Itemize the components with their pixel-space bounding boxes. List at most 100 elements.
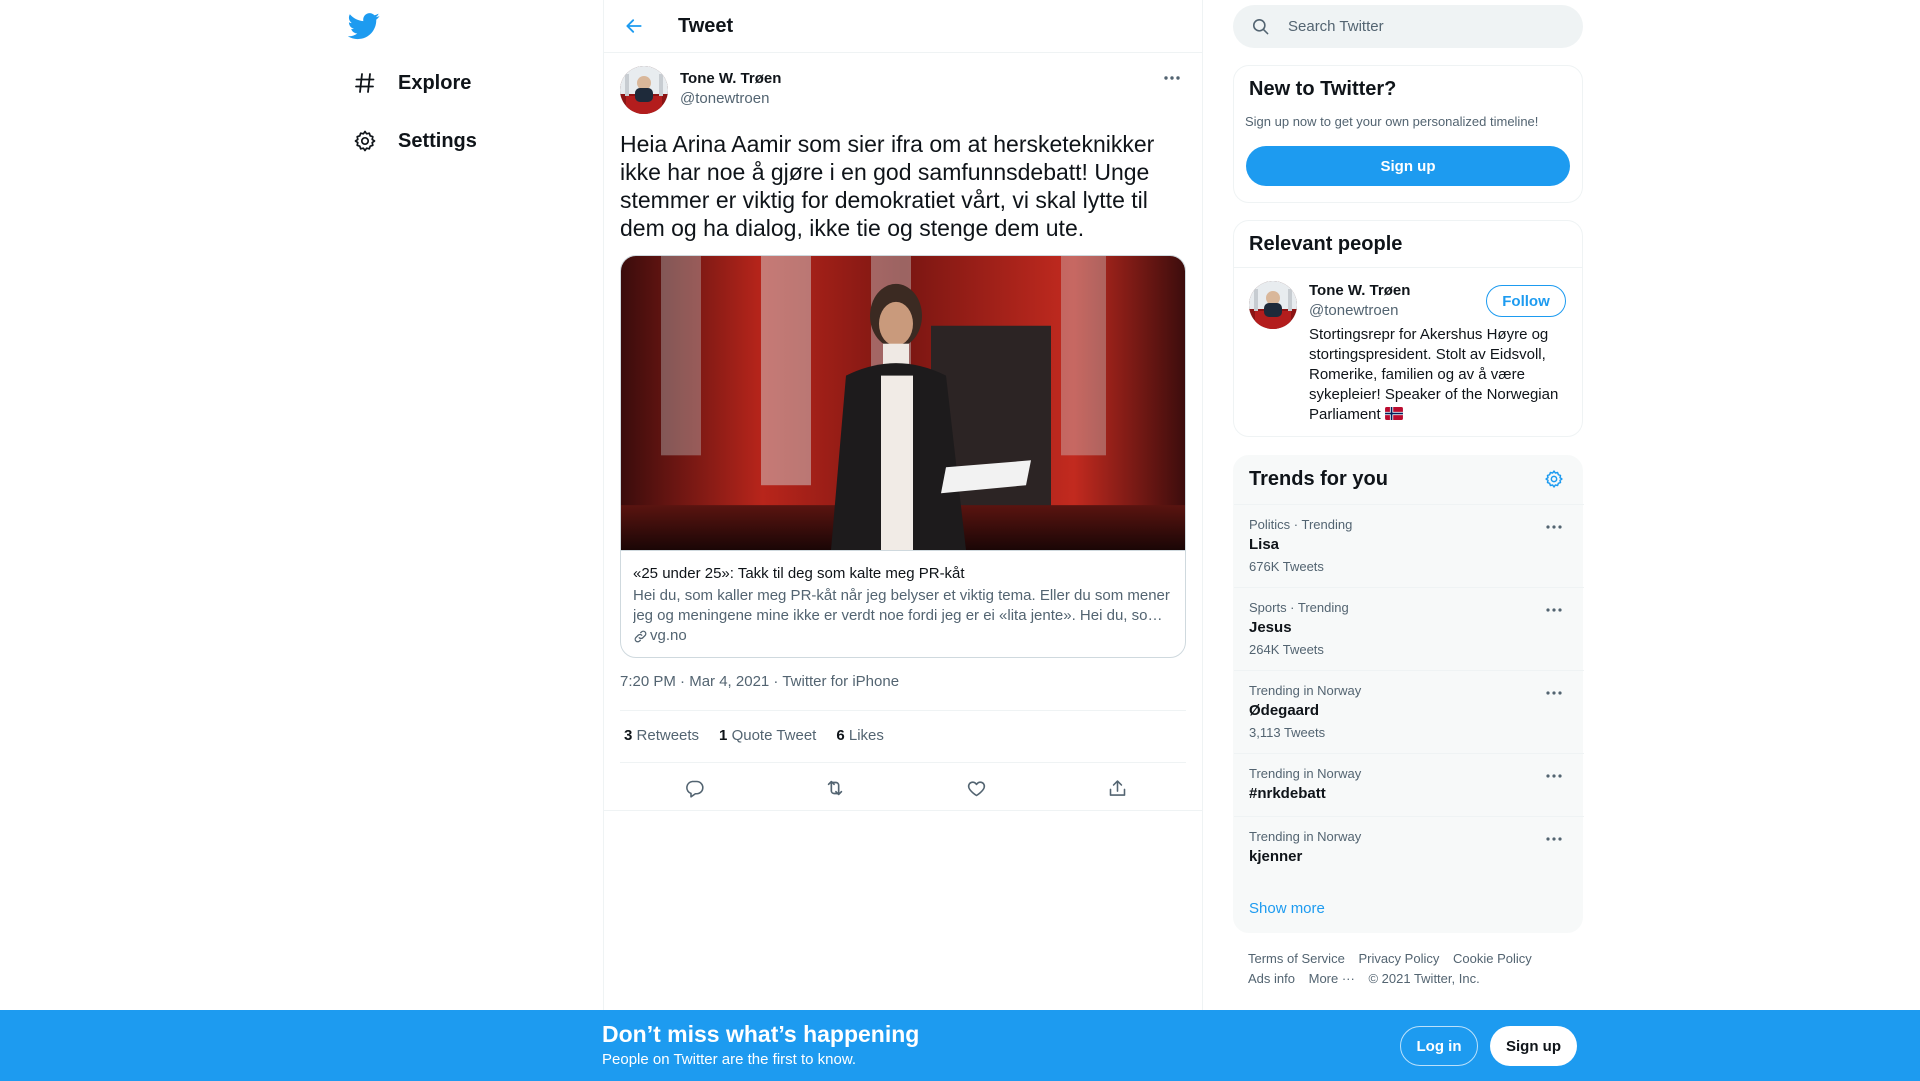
trend-meta: Trending in Norway — [1249, 766, 1362, 781]
trend-count: 676K Tweets — [1249, 559, 1324, 574]
trend-name: Jesus — [1249, 619, 1292, 636]
trend-meta: Sports · Trending — [1249, 600, 1349, 615]
author-handle[interactable]: @tonewtroen — [680, 90, 769, 107]
tweet-time[interactable]: 7:20 PM — [620, 673, 676, 690]
card-domain: vg.no — [633, 626, 1173, 646]
trend-name: Lisa — [1249, 536, 1280, 553]
retweets-count: 3 — [624, 727, 633, 744]
more-options-icon[interactable] — [1542, 829, 1566, 849]
share-icon[interactable] — [1103, 774, 1131, 802]
tweet-date[interactable]: Mar 4, 2021 — [689, 673, 769, 690]
panel-title: Trends for you — [1249, 468, 1388, 490]
trend-item[interactable]: Trending in Norway Ødegaard 3,113 Tweets — [1234, 670, 1584, 753]
card-title: «25 under 25»: Takk til deg som kalte me… — [633, 565, 965, 582]
trend-item[interactable]: Trending in Norway kjenner — [1234, 816, 1584, 879]
like-icon[interactable] — [962, 774, 990, 802]
footer-link[interactable]: Privacy Policy — [1358, 951, 1439, 966]
footer-link[interactable]: Cookie Policy — [1453, 951, 1532, 966]
tweet-actions — [620, 774, 1186, 802]
card-image — [621, 256, 1185, 551]
card-domain-text: vg.no — [650, 627, 687, 644]
trend-name: kjenner — [1249, 848, 1303, 865]
copyright: © 2021 Twitter, Inc. — [1368, 971, 1480, 986]
sign-up-button[interactable]: Sign up — [1246, 146, 1570, 186]
new-to-twitter-panel: New to Twitter? Sign up now to get your … — [1233, 65, 1583, 203]
gear-icon[interactable] — [1542, 467, 1566, 491]
search-input[interactable] — [1288, 18, 1548, 35]
back-arrow-icon[interactable] — [616, 8, 652, 44]
link-card[interactable]: «25 under 25»: Takk til deg som kalte me… — [620, 255, 1186, 658]
quote-tweets-stat[interactable]: 1 Quote Tweet — [719, 727, 816, 744]
more-options-icon[interactable] — [1542, 600, 1566, 620]
more-options-icon[interactable] — [1160, 68, 1184, 88]
likes-count: 6 — [836, 727, 845, 744]
tweet-source[interactable]: Twitter for iPhone — [782, 673, 899, 690]
gear-icon — [352, 128, 378, 154]
follow-button[interactable]: Follow — [1486, 285, 1566, 317]
log-in-button[interactable]: Log in — [1400, 1026, 1478, 1066]
search-icon — [1252, 18, 1269, 35]
nav-item-label: Explore — [398, 71, 472, 94]
panel-title: Relevant people — [1249, 233, 1403, 255]
nav-item-label: Settings — [398, 129, 477, 152]
hashtag-icon — [352, 70, 378, 96]
trend-item[interactable]: Politics · Trending Lisa 676K Tweets — [1234, 504, 1584, 587]
trend-meta: Trending in Norway — [1249, 829, 1362, 844]
more-options-icon[interactable] — [1542, 683, 1566, 703]
reply-icon[interactable] — [680, 774, 708, 802]
likes-label: Likes — [848, 727, 884, 744]
footer-link[interactable]: Terms of Service — [1248, 951, 1345, 966]
divider — [620, 762, 1186, 763]
relevant-people-panel: Relevant people Tone W. Trøen @tonewtroe… — [1233, 220, 1583, 437]
show-more-link[interactable]: Show more — [1249, 900, 1325, 917]
trend-name: #nrkdebatt — [1249, 785, 1326, 802]
divider — [604, 810, 1202, 811]
link-icon — [634, 630, 647, 642]
footer-links: Terms of Service Privacy Policy Cookie P… — [1248, 949, 1578, 989]
trend-name: Ødegaard — [1249, 702, 1320, 719]
tweet-timestamp: 7:20 PM · Mar 4, 2021 · Twitter for iPho… — [620, 673, 900, 690]
divider — [620, 710, 1186, 711]
author-name[interactable]: Tone W. Trøen — [680, 70, 781, 87]
norway-flag-icon — [1384, 407, 1403, 420]
more-options-icon[interactable] — [1542, 766, 1566, 786]
trend-meta: Politics · Trending — [1249, 517, 1353, 532]
trend-count: 264K Tweets — [1249, 642, 1324, 657]
person-bio: Stortingsrepr for Akershus Høyre og stor… — [1309, 325, 1571, 425]
banner-subtitle: People on Twitter are the first to know. — [602, 1051, 857, 1068]
avatar[interactable] — [1249, 281, 1297, 329]
footer-link[interactable]: More ··· — [1309, 971, 1355, 986]
panel-title: New to Twitter? — [1249, 78, 1397, 100]
card-description: Hei du, som kaller meg PR-kåt når jeg be… — [633, 587, 1170, 624]
retweets-stat[interactable]: 3 Retweets — [624, 727, 699, 744]
avatar[interactable] — [620, 66, 668, 114]
nav-item-explore[interactable]: Explore — [352, 63, 471, 103]
banner-title: Don’t miss what’s happening — [602, 1021, 920, 1047]
quotes-count: 1 — [719, 727, 728, 744]
header-bar: Tweet — [604, 0, 1202, 53]
trend-item[interactable]: Trending in Norway #nrkdebatt — [1234, 753, 1584, 816]
footer-link[interactable]: Ads info — [1248, 971, 1295, 986]
more-options-icon[interactable] — [1542, 517, 1566, 537]
divider — [1234, 267, 1582, 268]
person-handle[interactable]: @tonewtroen — [1309, 302, 1398, 319]
search-bar[interactable] — [1233, 5, 1583, 48]
twitter-bird-icon[interactable] — [347, 10, 380, 42]
nav-item-settings[interactable]: Settings — [352, 121, 477, 161]
panel-subtitle: Sign up now to get your own personalized… — [1245, 114, 1539, 129]
quotes-label: Quote Tweet — [731, 727, 817, 744]
retweets-label: Retweets — [636, 727, 700, 744]
main-column: Tweet Tone W. Trøen @tonewtroen Heia Ari… — [603, 0, 1203, 1010]
signup-banner: Don’t miss what’s happening People on Tw… — [0, 1010, 1920, 1081]
person-name[interactable]: Tone W. Trøen — [1309, 282, 1410, 299]
retweet-icon[interactable] — [821, 774, 849, 802]
tweet-text: Heia Arina Aamir som sier ifra om at her… — [620, 131, 1155, 241]
trend-meta: Trending in Norway — [1249, 683, 1362, 698]
trend-count: 3,113 Tweets — [1249, 725, 1326, 740]
likes-stat[interactable]: 6 Likes — [836, 727, 884, 744]
person-bio-text: Stortingsrepr for Akershus Høyre og stor… — [1309, 326, 1559, 423]
page-title: Tweet — [678, 14, 734, 37]
trends-panel: Trends for you Politics · Trending Lisa … — [1233, 455, 1584, 933]
sign-up-button[interactable]: Sign up — [1490, 1026, 1577, 1066]
trend-item[interactable]: Sports · Trending Jesus 264K Tweets — [1234, 587, 1584, 670]
